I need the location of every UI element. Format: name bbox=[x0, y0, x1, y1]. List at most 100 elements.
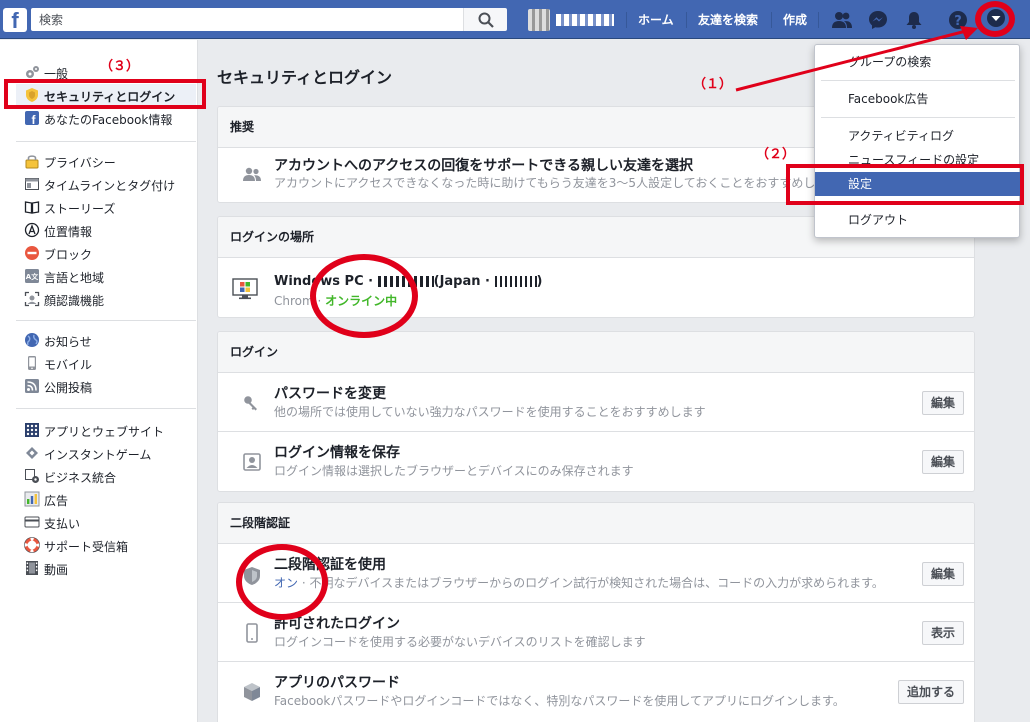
edit-button[interactable]: 編集 bbox=[921, 391, 964, 415]
sidebar-item-notifications[interactable]: お知らせ bbox=[16, 329, 196, 351]
location-icon bbox=[24, 222, 40, 238]
annotation-label-1: （１） bbox=[693, 77, 733, 92]
sidebar-divider bbox=[16, 408, 196, 409]
menu-divider bbox=[821, 117, 1015, 118]
language-icon: A文 bbox=[25, 269, 39, 283]
sidebar-item-stories[interactable]: ストーリーズ bbox=[16, 196, 196, 218]
row-description: オン · 不明なデバイスまたはブラウザーからのログイン試行が検知された場合は、コ… bbox=[274, 574, 884, 591]
sidebar-divider bbox=[16, 320, 196, 321]
redacted-ip bbox=[494, 276, 537, 287]
add-button[interactable]: 追加する bbox=[897, 680, 964, 704]
section-header: 二段階認証 bbox=[218, 503, 974, 544]
sidebar-item-label: あなたのFacebook情報 bbox=[44, 113, 173, 127]
sidebar-item-apps-and-websites[interactable]: アプリとウェブサイト bbox=[16, 419, 196, 441]
sidebar-item-label: サポート受信箱 bbox=[44, 540, 129, 554]
sidebar-item-privacy[interactable]: プライバシー bbox=[16, 150, 196, 172]
mobile-icon bbox=[246, 623, 258, 643]
view-button[interactable]: 表示 bbox=[921, 621, 964, 645]
session-location-close: ) bbox=[536, 274, 543, 289]
sidebar-item-support-inbox[interactable]: サポート受信箱 bbox=[16, 534, 196, 556]
sidebar-item-face-recognition[interactable]: 顔認識機能 bbox=[16, 288, 196, 310]
sidebar-item-label: 広告 bbox=[44, 494, 69, 508]
sidebar-item-your-facebook-info[interactable]: f あなたのFacebook情報 bbox=[16, 107, 196, 129]
sidebar-item-public-posts[interactable]: 公開投稿 bbox=[16, 375, 196, 397]
annotation-box-security bbox=[4, 79, 206, 109]
annotation-label-3: （３） bbox=[100, 59, 140, 74]
sidebar-item-label: 動画 bbox=[44, 563, 69, 577]
game-icon bbox=[26, 447, 38, 459]
change-password-row[interactable]: パスワードを変更 他の場所では使用していない強力なパスワードを使用することをおす… bbox=[218, 373, 974, 432]
sidebar-item-label: 顔認識機能 bbox=[44, 294, 105, 308]
sidebar-item-label: タイムラインとタグ付け bbox=[44, 179, 176, 193]
annotation-circle-online-status bbox=[310, 254, 418, 338]
search-icon bbox=[478, 12, 494, 28]
sidebar-item-label: 支払い bbox=[44, 517, 81, 531]
sidebar-item-label: 言語と地域 bbox=[44, 271, 105, 285]
edit-button[interactable]: 編集 bbox=[921, 562, 964, 586]
sidebar-item-label: ブロック bbox=[44, 248, 93, 262]
row-description: ログイン情報は選択したブラウザーとデバイスにのみ保存されます bbox=[274, 464, 634, 478]
annotation-arrow bbox=[735, 26, 978, 92]
sidebar-item-label: プライバシー bbox=[44, 156, 116, 170]
authorized-logins-row[interactable]: 許可されたログイン ログインコードを使用する必要がないデバイスのリストを確認しま… bbox=[218, 603, 974, 662]
row-title: アカウントへのアクセスの回復をサポートできる親しい友達を選択 bbox=[274, 158, 694, 174]
search-box bbox=[31, 8, 507, 31]
use-two-factor-row[interactable]: 二段階認証を使用 オン · 不明なデバイスまたはブラウザーからのログイン試行が検… bbox=[218, 544, 974, 603]
section-header: ログイン bbox=[218, 332, 974, 373]
two-factor-description: · 不明なデバイスまたはブラウザーからのログイン試行が検知された場合は、コードの… bbox=[298, 576, 884, 590]
globe-icon bbox=[25, 333, 39, 347]
block-icon bbox=[25, 246, 39, 260]
sidebar-item-label: ビジネス統合 bbox=[44, 471, 117, 485]
row-title: パスワードを変更 bbox=[274, 386, 386, 402]
sidebar-item-label: インスタントゲーム bbox=[44, 448, 152, 462]
row-title: ログイン情報を保存 bbox=[274, 445, 400, 461]
gear-icon bbox=[26, 66, 39, 78]
business-icon bbox=[25, 469, 39, 483]
row-description: アカウントにアクセスできなくなった時に助けてもらう友達を3～5人設定しておくこと… bbox=[274, 176, 816, 190]
film-icon bbox=[26, 561, 38, 575]
profile-link[interactable] bbox=[528, 9, 624, 31]
sidebar-item-payments[interactable]: 支払い bbox=[16, 511, 196, 533]
key-icon bbox=[244, 396, 257, 411]
app-passwords-row[interactable]: アプリのパスワード Facebookパスワードやログインコードではなく、特別なパ… bbox=[218, 662, 974, 721]
sidebar-item-instant-games[interactable]: インスタントゲーム bbox=[16, 442, 196, 464]
settings-sidebar: 一般 セキュリティとログイン f あなたのFacebook情報 プライバシー タ… bbox=[0, 40, 198, 722]
save-login-info-row[interactable]: ログイン情報を保存 ログイン情報は選択したブラウザーとデバイスにのみ保存されます… bbox=[218, 432, 974, 491]
browser-name: Chrom bbox=[274, 294, 314, 308]
search-input[interactable] bbox=[31, 8, 431, 31]
annotation-label-2: （２） bbox=[756, 147, 796, 162]
sidebar-item-label: お知らせ bbox=[44, 335, 92, 349]
edit-button[interactable]: 編集 bbox=[921, 450, 964, 474]
menu-item-activity-log[interactable]: アクティビティログ bbox=[815, 124, 1021, 148]
facebook-icon: f bbox=[25, 111, 39, 126]
sidebar-item-label: 公開投稿 bbox=[44, 381, 93, 395]
lifebuoy-icon bbox=[24, 537, 40, 553]
sidebar-item-business-integrations[interactable]: ビジネス統合 bbox=[16, 465, 196, 487]
cube-icon bbox=[244, 683, 260, 701]
sidebar-item-blocking[interactable]: ブロック bbox=[16, 242, 196, 264]
login-section: ログイン パスワードを変更 他の場所では使用していない強力なパスワードを使用する… bbox=[217, 331, 975, 492]
svg-text:A文: A文 bbox=[26, 272, 39, 281]
annotation-box-settings bbox=[786, 164, 1024, 205]
avatar bbox=[528, 9, 550, 31]
ads-icon bbox=[24, 491, 40, 507]
sidebar-item-language-and-region[interactable]: A文 言語と地域 bbox=[16, 265, 196, 287]
home-link[interactable]: ホーム bbox=[638, 11, 674, 28]
annotation-circle-two-factor bbox=[236, 544, 328, 620]
sidebar-item-label: モバイル bbox=[44, 358, 93, 372]
sidebar-item-ads[interactable]: 広告 bbox=[16, 488, 196, 510]
search-button[interactable] bbox=[463, 8, 507, 31]
lock-icon bbox=[25, 155, 39, 169]
row-description: Facebookパスワードやログインコードではなく、特別なパスワードを使用してア… bbox=[274, 694, 845, 708]
sidebar-item-label: ストーリーズ bbox=[44, 202, 116, 216]
timeline-icon bbox=[25, 178, 39, 190]
facebook-logo[interactable]: f bbox=[3, 8, 27, 32]
sidebar-divider bbox=[16, 141, 196, 142]
sidebar-item-timeline-and-tagging[interactable]: タイムラインとタグ付け bbox=[16, 173, 196, 195]
sidebar-item-mobile[interactable]: モバイル bbox=[16, 352, 196, 374]
card-icon bbox=[24, 516, 40, 528]
sidebar-item-videos[interactable]: 動画 bbox=[16, 557, 196, 579]
page-title: セキュリティとログイン bbox=[217, 68, 393, 87]
sidebar-item-location[interactable]: 位置情報 bbox=[16, 219, 196, 241]
menu-item-log-out[interactable]: ログアウト bbox=[815, 208, 1021, 232]
